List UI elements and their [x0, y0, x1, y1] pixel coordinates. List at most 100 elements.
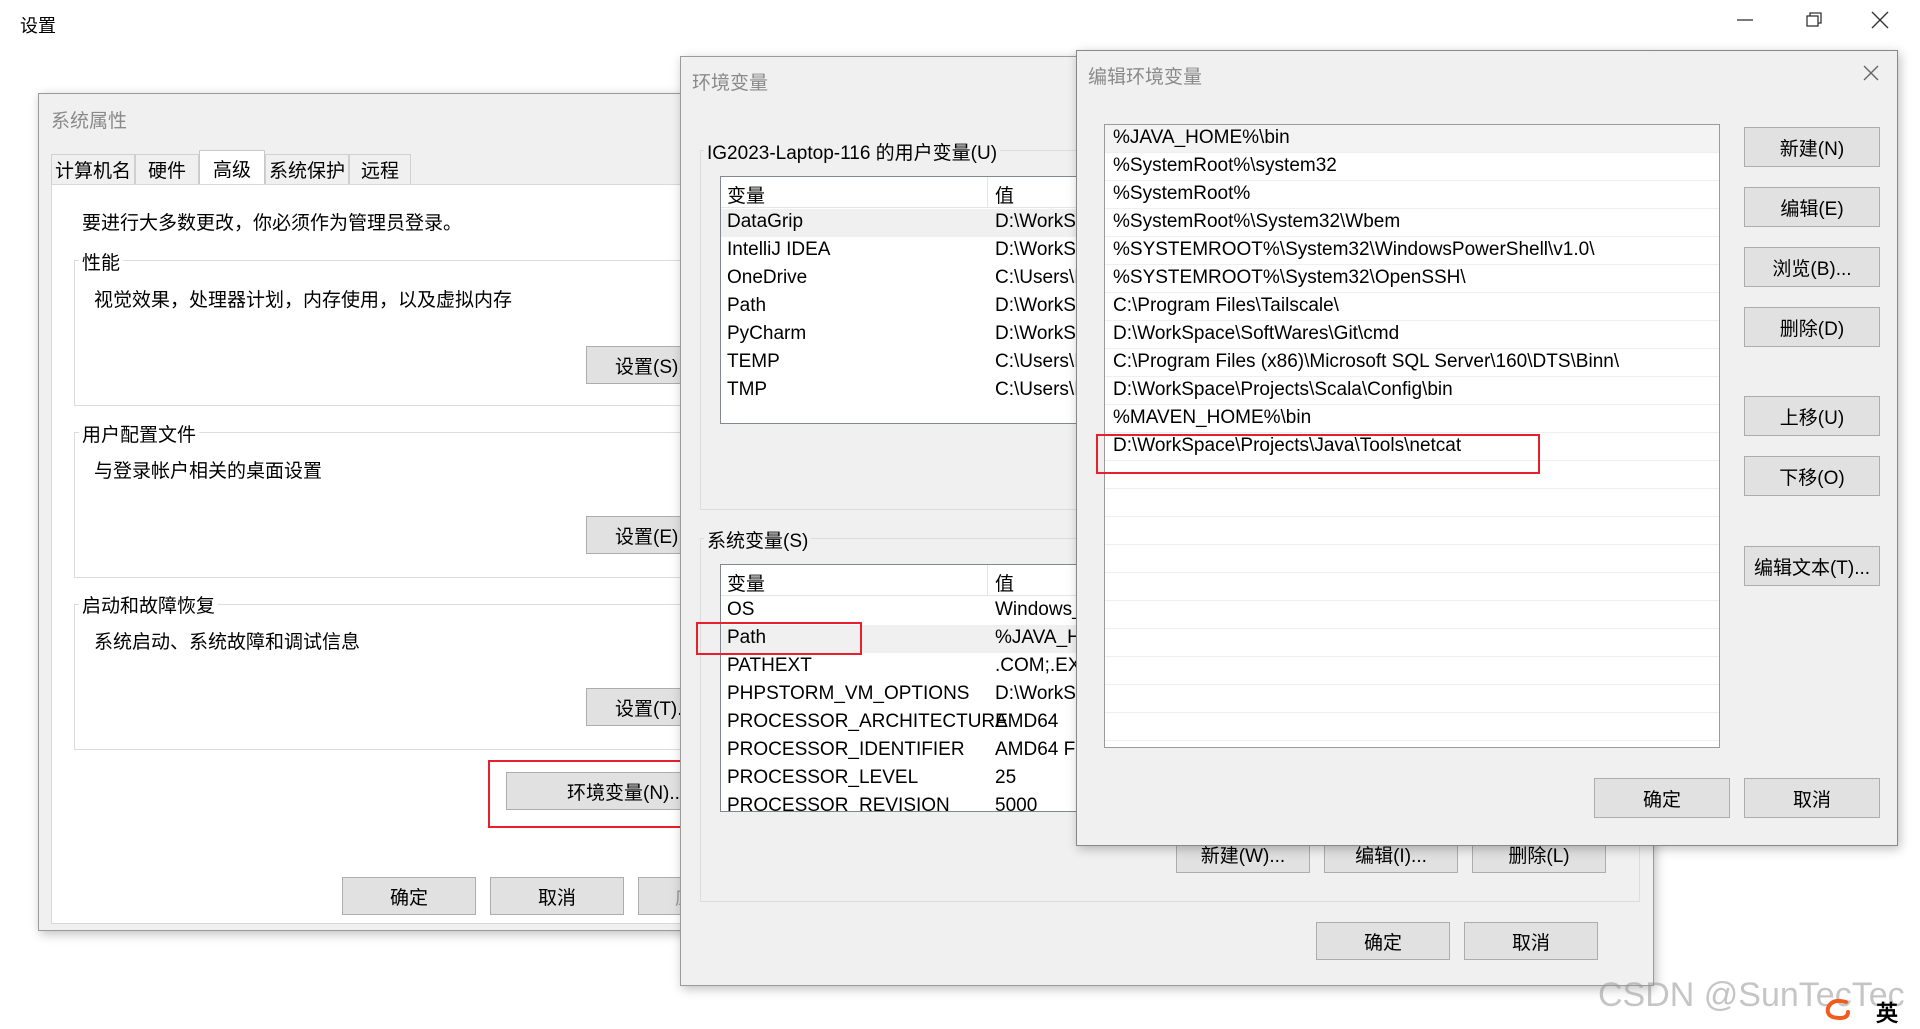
performance-desc: 视觉效果，处理器计划，内存使用，以及虚拟内存: [94, 290, 513, 311]
path-entry[interactable]: [1105, 573, 1719, 601]
sys-var-row-value: %JAVA_H: [995, 627, 1081, 648]
user-profile-desc: 与登录帐户相关的桌面设置: [94, 461, 323, 482]
sys-var-row[interactable]: PROCESSOR_LEVEL 25: [721, 765, 1119, 793]
editenv-ok-button[interactable]: 确定: [1594, 778, 1730, 818]
path-entry-text: %SystemRoot%\system32: [1113, 155, 1337, 176]
user-var-row-value: D:\WorkSp: [995, 295, 1087, 316]
path-entry[interactable]: [1105, 713, 1719, 741]
path-entry[interactable]: [1105, 657, 1719, 685]
editenv-delete-button[interactable]: 删除(D): [1744, 307, 1880, 347]
startup-recovery-group: [74, 604, 738, 750]
path-entry[interactable]: C:\Program Files\Tailscale\: [1105, 293, 1719, 321]
path-entry[interactable]: %MAVEN_HOME%\bin: [1105, 405, 1719, 433]
path-entry[interactable]: [1105, 601, 1719, 629]
editenv-new-button[interactable]: 新建(N): [1744, 127, 1880, 167]
envvars-cancel-button[interactable]: 取消: [1464, 922, 1598, 960]
tab-hardware[interactable]: 硬件: [135, 154, 199, 184]
user-var-row-name: DataGrip: [727, 211, 804, 232]
csdn-logo-icon: [1822, 996, 1852, 1022]
editenv-cancel-button[interactable]: 取消: [1744, 778, 1880, 818]
user-var-row-name: OneDrive: [727, 267, 808, 288]
tab-system-protection[interactable]: 系统保护: [265, 154, 349, 184]
path-entry[interactable]: [1105, 545, 1719, 573]
user-var-row[interactable]: TEMP C:\Users\I: [721, 349, 1119, 377]
path-row-highlight: [696, 622, 862, 655]
path-entry-text: D:\WorkSpace\Projects\Scala\Config\bin: [1113, 379, 1453, 400]
path-entry[interactable]: D:\WorkSpace\SoftWares\Git\cmd: [1105, 321, 1719, 349]
user-var-row[interactable]: Path D:\WorkSp: [721, 293, 1119, 321]
sys-var-row[interactable]: PHPSTORM_VM_OPTIONS D:\WorkSp: [721, 681, 1119, 709]
path-entry[interactable]: %SystemRoot%\System32\Wbem: [1105, 209, 1719, 237]
sys-col-variable[interactable]: 变量: [727, 569, 765, 596]
tab-computer-name[interactable]: 计算机名: [51, 154, 135, 184]
editenv-browse-button[interactable]: 浏览(B)...: [1744, 247, 1880, 287]
window-title: 设置: [20, 16, 56, 36]
user-profile-label: 用户配置文件: [79, 420, 200, 447]
path-entry[interactable]: %SystemRoot%: [1105, 181, 1719, 209]
path-entry[interactable]: [1105, 685, 1719, 713]
tab-remote[interactable]: 远程: [349, 154, 411, 184]
sys-var-row[interactable]: PATHEXT .COM;.EXE: [721, 653, 1119, 681]
sys-col-value[interactable]: 值: [995, 569, 1014, 596]
sys-var-row[interactable]: OS Windows_: [721, 597, 1119, 625]
user-col-variable[interactable]: 变量: [727, 181, 765, 208]
editenv-close-icon[interactable]: [1860, 62, 1882, 84]
restore-icon[interactable]: [1802, 10, 1826, 30]
sys-var-row-value: AMD64: [995, 711, 1059, 732]
user-var-row-name: Path: [727, 295, 767, 316]
sys-var-row-name: PHPSTORM_VM_OPTIONS: [727, 683, 970, 704]
path-entry[interactable]: %JAVA_HOME%\bin: [1105, 125, 1719, 153]
path-entry-text: %MAVEN_HOME%\bin: [1113, 407, 1312, 428]
sys-var-row[interactable]: PROCESSOR_ARCHITECTURE AMD64: [721, 709, 1119, 737]
path-entry[interactable]: %SYSTEMROOT%\System32\WindowsPowerShell\…: [1105, 237, 1719, 265]
sys-var-row-name: OS: [727, 599, 755, 620]
user-profile-group: [74, 432, 738, 578]
envvars-ok-button[interactable]: 确定: [1316, 922, 1450, 960]
user-var-row-name: IntelliJ IDEA: [727, 239, 831, 260]
user-var-row-value: D:\WorkSp: [995, 323, 1087, 344]
path-entry[interactable]: [1105, 517, 1719, 545]
sys-var-row-value: 5000: [995, 795, 1038, 812]
editenv-move-down-button[interactable]: 下移(O): [1744, 456, 1880, 496]
user-var-row[interactable]: IntelliJ IDEA D:\WorkSp: [721, 237, 1119, 265]
path-entry[interactable]: C:\Program Files (x86)\Microsoft SQL Ser…: [1105, 349, 1719, 377]
tab-advanced[interactable]: 高级: [199, 150, 265, 185]
sys-var-row-name: PROCESSOR_LEVEL: [727, 767, 919, 788]
path-entry[interactable]: [1105, 489, 1719, 517]
user-col-value[interactable]: 值: [995, 181, 1014, 208]
sys-var-row-name: PROCESSOR_IDENTIFIER: [727, 739, 965, 760]
minimize-icon[interactable]: [1733, 10, 1757, 30]
user-var-row[interactable]: TMP C:\Users\I: [721, 377, 1119, 405]
user-var-row-value: C:\Users\I: [995, 351, 1080, 372]
user-var-row[interactable]: OneDrive C:\Users\I: [721, 265, 1119, 293]
system-variables-list[interactable]: 变量 值 OS Windows_ Path %JAVA_H PATHEXT .COM;.E…: [720, 564, 1120, 812]
path-entry-text: %SYSTEMROOT%\System32\WindowsPowerShell\…: [1113, 239, 1595, 260]
sys-var-row[interactable]: PROCESSOR_IDENTIFIER AMD64 F: [721, 737, 1119, 765]
user-var-row-value: C:\Users\I: [995, 267, 1080, 288]
editenv-edit-button[interactable]: 编辑(E): [1744, 187, 1880, 227]
path-entry[interactable]: %SYSTEMROOT%\System32\OpenSSH\: [1105, 265, 1719, 293]
path-entry[interactable]: D:\WorkSpace\Projects\Scala\Config\bin: [1105, 377, 1719, 405]
user-var-row[interactable]: PyCharm D:\WorkSp: [721, 321, 1119, 349]
sys-var-row[interactable]: PROCESSOR_REVISION 5000: [721, 793, 1119, 812]
ime-indicator[interactable]: 英: [1876, 996, 1898, 1028]
editenv-move-up-button[interactable]: 上移(U): [1744, 396, 1880, 436]
sys-var-row-name: PATHEXT: [727, 655, 812, 676]
user-var-row[interactable]: DataGrip D:\WorkSp: [721, 209, 1119, 237]
sys-col-divider: [987, 565, 988, 595]
sysprops-cancel-button[interactable]: 取消: [490, 877, 624, 915]
sys-list-header: 变量 值: [721, 565, 1119, 596]
path-entry[interactable]: [1105, 629, 1719, 657]
user-list-header: 变量 值: [721, 177, 1119, 208]
sysprops-ok-button[interactable]: 确定: [342, 877, 476, 915]
path-entry-text: %SystemRoot%\System32\Wbem: [1113, 211, 1401, 232]
user-variables-list[interactable]: 变量 值 DataGrip D:\WorkSp IntelliJ IDEA D:\Wo…: [720, 176, 1120, 424]
admin-note-text: 要进行大多数更改，你必须作为管理员登录。: [82, 213, 463, 234]
path-entry[interactable]: %SystemRoot%\system32: [1105, 153, 1719, 181]
sys-var-row-name: PROCESSOR_REVISION: [727, 795, 950, 812]
performance-label: 性能: [79, 248, 124, 275]
editenv-edit-text-button[interactable]: 编辑文本(T)...: [1744, 546, 1880, 586]
sys-var-row-value: D:\WorkSp: [995, 683, 1087, 704]
netcat-entry-highlight: [1096, 434, 1540, 474]
close-icon[interactable]: [1868, 10, 1892, 30]
